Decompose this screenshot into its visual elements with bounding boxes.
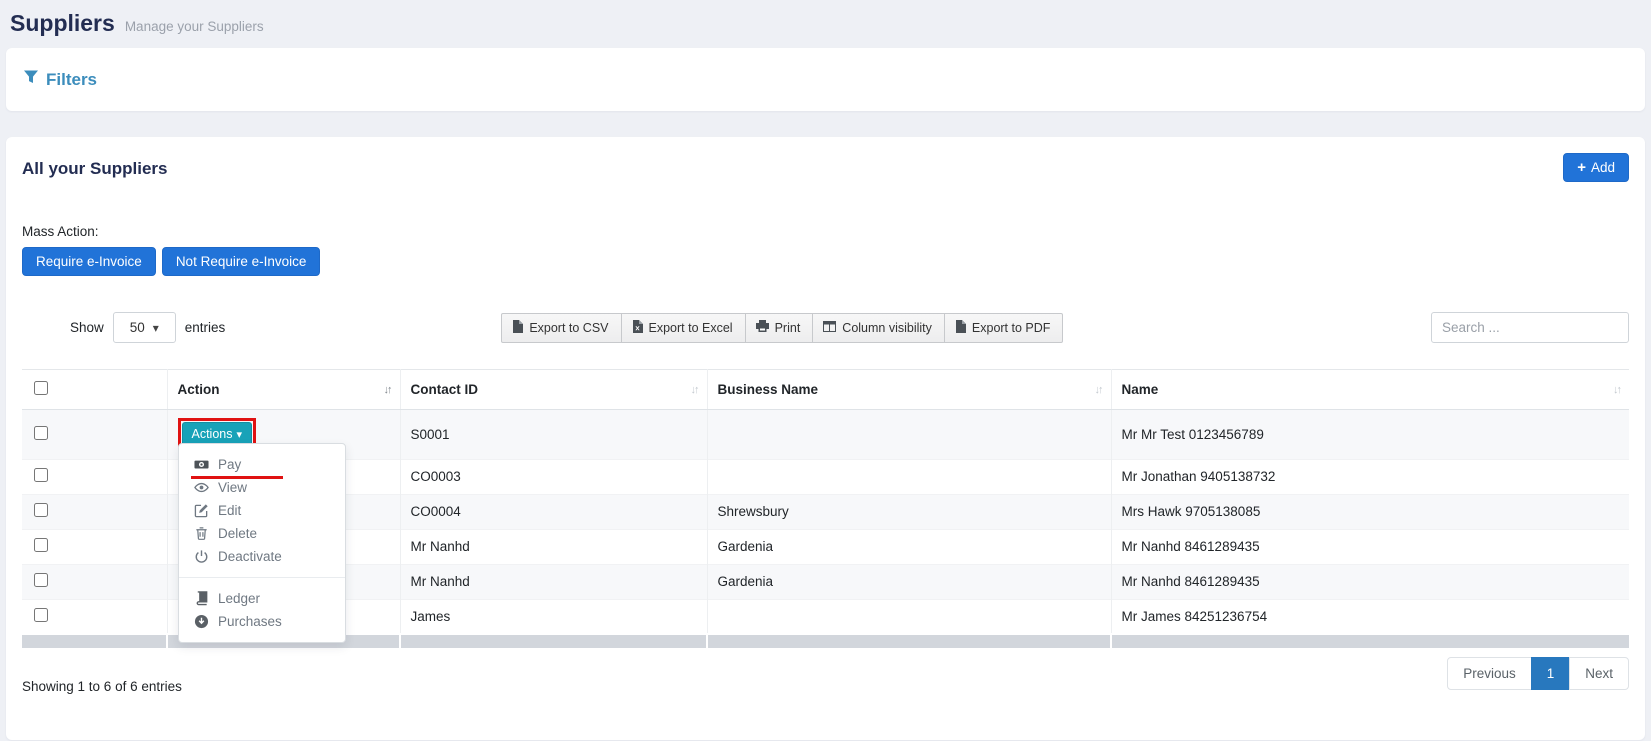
print-icon	[756, 320, 769, 335]
name-cell: Mr Nanhd 8461289435	[1111, 529, 1629, 564]
business-name-cell: Gardenia	[707, 529, 1111, 564]
page-header: Suppliers Manage your Suppliers	[6, 0, 1645, 48]
contact-id-cell: S0001	[400, 410, 707, 460]
column-header-name[interactable]: Name	[1111, 370, 1629, 410]
power-icon	[193, 549, 209, 564]
business-name-cell	[707, 599, 1111, 634]
add-button[interactable]: Add	[1563, 153, 1629, 182]
file-csv-icon	[512, 320, 523, 336]
not-require-einvoice-button[interactable]: Not Require e-Invoice	[162, 247, 321, 276]
contact-id-cell: CO0003	[400, 459, 707, 494]
table-header-row: Action Contact ID Business Name Nam	[22, 370, 1629, 410]
name-cell: Mr James 84251236754	[1111, 599, 1629, 634]
page-length-control: Show 50 entries	[70, 312, 225, 343]
annotation-pay-underline	[191, 476, 283, 479]
business-name-cell: Gardenia	[707, 564, 1111, 599]
sort-icon[interactable]	[691, 384, 698, 396]
pagination: Previous 1 Next	[1447, 657, 1629, 690]
export-csv-button[interactable]: Export to CSV	[501, 313, 621, 343]
menu-item-edit[interactable]: Edit	[179, 499, 345, 522]
name-cell: Mr Nanhd 8461289435	[1111, 564, 1629, 599]
ledger-icon	[193, 591, 209, 606]
business-name-cell	[707, 410, 1111, 460]
column-header-contact-id[interactable]: Contact ID	[400, 370, 707, 410]
name-cell: Mr Mr Test 0123456789	[1111, 410, 1629, 460]
filters-title: Filters	[46, 70, 97, 90]
name-cell: Mrs Hawk 9705138085	[1111, 494, 1629, 529]
row-checkbox[interactable]	[34, 538, 48, 552]
export-button-group: Export to CSV Export to Excel Print Colu…	[501, 313, 1063, 343]
print-button[interactable]: Print	[745, 313, 814, 343]
suppliers-table: Action Contact ID Business Name Nam	[22, 369, 1629, 648]
contact-id-cell: James	[400, 599, 707, 634]
row-checkbox[interactable]	[34, 468, 48, 482]
pagination-page-1-button[interactable]: 1	[1531, 657, 1571, 690]
menu-divider	[179, 577, 345, 578]
row-checkbox[interactable]	[34, 608, 48, 622]
name-cell: Mr Jonathan 9405138732	[1111, 459, 1629, 494]
caret-down-icon	[237, 426, 243, 443]
row-checkbox[interactable]	[34, 503, 48, 517]
column-visibility-button[interactable]: Column visibility	[812, 313, 945, 343]
menu-item-ledger[interactable]: Ledger	[179, 587, 345, 610]
purchases-icon	[193, 614, 209, 629]
page-subtitle: Manage your Suppliers	[125, 19, 264, 34]
suppliers-page: Suppliers Manage your Suppliers Filters …	[0, 0, 1651, 740]
sort-icon[interactable]	[1095, 384, 1102, 396]
row-checkbox[interactable]	[34, 426, 48, 440]
export-excel-button[interactable]: Export to Excel	[621, 313, 746, 343]
menu-item-purchases[interactable]: Purchases	[179, 610, 345, 633]
entries-select[interactable]: 50	[113, 312, 176, 343]
filters-panel[interactable]: Filters	[6, 48, 1645, 111]
file-pdf-icon	[955, 320, 966, 336]
sort-icon[interactable]	[384, 384, 391, 396]
require-einvoice-button[interactable]: Require e-Invoice	[22, 247, 156, 276]
eye-icon	[193, 480, 209, 495]
menu-item-pay[interactable]: Pay	[179, 453, 345, 476]
export-pdf-button[interactable]: Export to PDF	[944, 313, 1064, 343]
row-checkbox[interactable]	[34, 573, 48, 587]
menu-item-deactivate[interactable]: Deactivate	[179, 545, 345, 568]
table-info: Showing 1 to 6 of 6 entries	[22, 679, 182, 696]
column-header-business-name[interactable]: Business Name	[707, 370, 1111, 410]
contact-id-cell: Mr Nanhd	[400, 564, 707, 599]
business-name-cell: Shrewsbury	[707, 494, 1111, 529]
sort-icon[interactable]	[1613, 384, 1620, 396]
trash-icon	[193, 526, 209, 541]
column-visibility-icon	[823, 321, 836, 335]
chevron-down-icon	[153, 320, 159, 335]
entries-label: entries	[185, 320, 226, 335]
menu-item-delete[interactable]: Delete	[179, 522, 345, 545]
edit-icon	[193, 503, 209, 518]
business-name-cell	[707, 459, 1111, 494]
contact-id-cell: Mr Nanhd	[400, 529, 707, 564]
show-label: Show	[70, 320, 104, 335]
mass-action-label: Mass Action:	[22, 224, 1629, 239]
select-all-checkbox[interactable]	[34, 381, 48, 395]
panel-title: All your Suppliers	[22, 153, 167, 179]
plus-icon	[1577, 160, 1586, 175]
page-title: Suppliers	[10, 10, 115, 37]
search-input[interactable]	[1431, 312, 1629, 343]
pagination-next-button[interactable]: Next	[1569, 657, 1629, 690]
filter-funnel-icon	[23, 69, 39, 90]
actions-dropdown-menu: Pay View Edit	[178, 443, 346, 643]
suppliers-panel: All your Suppliers Add Mass Action: Requ…	[6, 137, 1645, 740]
pagination-previous-button[interactable]: Previous	[1447, 657, 1532, 690]
file-excel-icon	[632, 320, 643, 336]
cash-icon	[193, 457, 209, 472]
menu-item-view[interactable]: View	[179, 476, 345, 499]
contact-id-cell: CO0004	[400, 494, 707, 529]
column-header-action[interactable]: Action	[167, 370, 400, 410]
